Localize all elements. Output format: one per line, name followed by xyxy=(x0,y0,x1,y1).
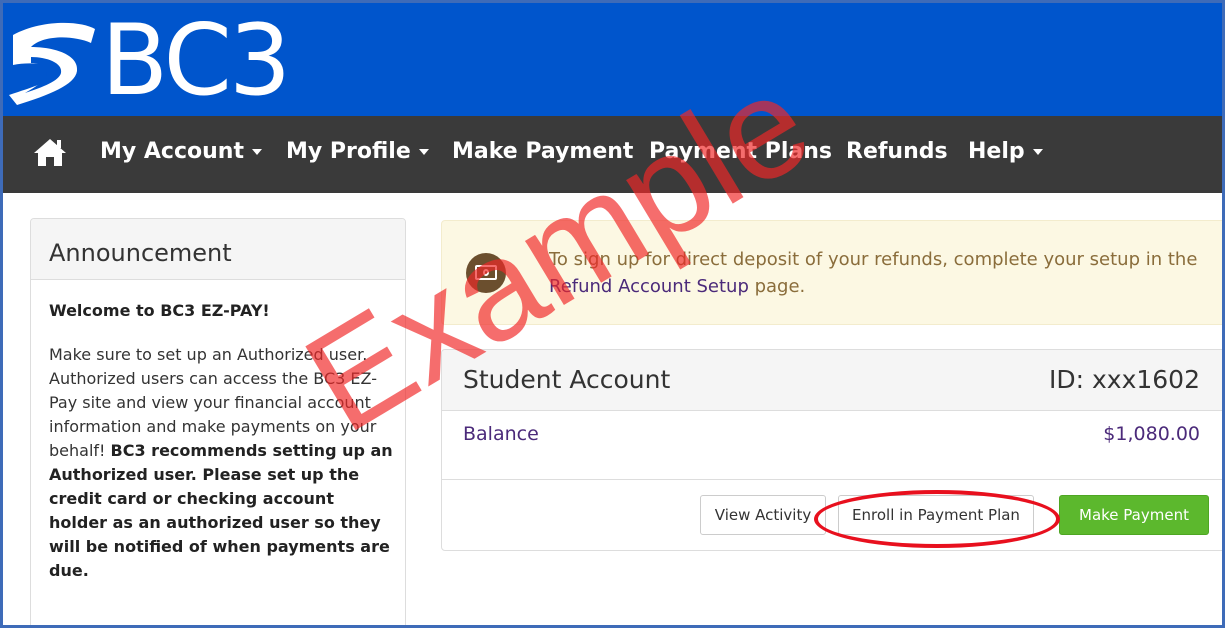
balance-value: $1,080.00 xyxy=(1103,423,1200,445)
logo-wordmark: BC3 xyxy=(101,4,291,118)
student-id: ID: xxx1602 xyxy=(1048,365,1200,394)
announcement-title: Announcement xyxy=(49,239,232,267)
balance-label[interactable]: Balance xyxy=(463,423,539,445)
caret-down-icon xyxy=(251,149,262,155)
nav-my-profile[interactable]: My Profile xyxy=(286,139,429,164)
nav-my-profile-label: My Profile xyxy=(286,139,411,164)
house-glyph-icon xyxy=(34,139,66,166)
home-icon[interactable] xyxy=(33,137,67,167)
money-coin-icon xyxy=(483,269,489,276)
bc3-logo-mark-icon xyxy=(9,22,95,106)
bc3-logo[interactable]: BC3 xyxy=(3,3,313,118)
nav-help-label: Help xyxy=(968,139,1025,164)
student-account-title: Student Account xyxy=(463,365,671,394)
nav-refunds[interactable]: Refunds xyxy=(846,139,948,164)
caret-down-icon xyxy=(418,149,429,155)
announcement-welcome: Welcome to BC3 EZ-PAY! xyxy=(49,301,270,320)
refund-alert-message: To sign up for direct deposit of your re… xyxy=(549,249,1198,270)
refund-alert-text: To sign up for direct deposit of your re… xyxy=(549,246,1219,300)
announcement-body-bold: BC3 recommends setting up an Authorized … xyxy=(49,441,393,580)
nav-my-account[interactable]: My Account xyxy=(100,139,262,164)
make-payment-button[interactable]: Make Payment xyxy=(1059,495,1209,535)
site-header: BC3 xyxy=(3,3,1222,118)
panel-footer-divider xyxy=(442,479,1222,480)
enroll-payment-plan-button[interactable]: Enroll in Payment Plan xyxy=(838,495,1034,535)
nav-make-payment[interactable]: Make Payment xyxy=(452,139,633,164)
announcement-body: Make sure to set up an Authorized user. … xyxy=(49,343,394,583)
nav-my-account-label: My Account xyxy=(100,139,244,164)
nav-payment-plans[interactable]: Payment Plans xyxy=(649,139,832,164)
nav-refunds-label: Refunds xyxy=(846,139,948,164)
caret-down-icon xyxy=(1032,149,1043,155)
nav-make-payment-label: Make Payment xyxy=(452,139,634,164)
announcement-panel: Announcement Welcome to BC3 EZ-PAY! Make… xyxy=(30,218,406,625)
refund-alert-suffix: page. xyxy=(748,276,806,297)
app-window: BC3 My Account My Profile Make Payment P… xyxy=(0,0,1225,628)
view-activity-button[interactable]: View Activity xyxy=(700,495,826,535)
nav-payment-plans-label: Payment Plans xyxy=(649,139,832,164)
nav-help[interactable]: Help xyxy=(968,139,1043,164)
refund-account-setup-link[interactable]: Refund Account Setup xyxy=(549,276,749,297)
